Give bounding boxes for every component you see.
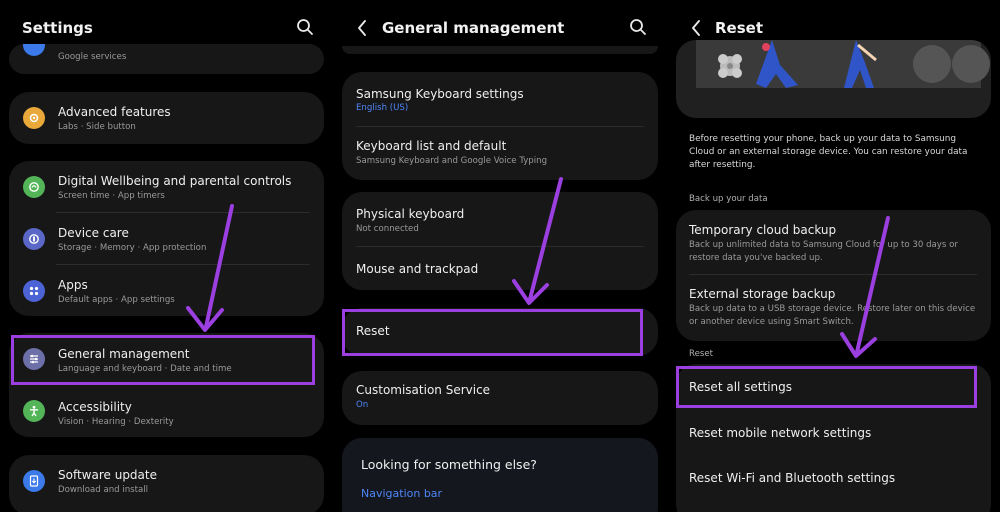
google-card: Google services [9,44,324,74]
backup-card: Temporary cloud backup Back up unlimited… [676,210,991,341]
looking-card: Looking for something else? Navigation b… [342,438,658,512]
list-item-customisation-service[interactable]: Customisation Service On [342,371,658,425]
item-subtitle: On [356,400,369,410]
navigation-bar-link[interactable]: Navigation bar [361,487,442,500]
customisation-card: Customisation Service On [342,371,658,425]
list-item-google[interactable]: Google services [9,44,324,74]
item-title: Device care [58,226,129,240]
item-description: Back up data to a USB storage device. Re… [689,304,976,327]
back-icon[interactable] [355,18,371,38]
item-title: Physical keyboard [356,207,465,221]
list-item-external-storage-backup[interactable]: External storage backup Back up data to … [676,275,991,341]
item-description: Back up unlimited data to Samsung Cloud … [689,240,958,263]
google-icon [23,44,45,56]
item-title: Apps [58,278,88,292]
reset-panel: Reset Before resetting your phone, back … [667,0,1000,512]
item-subtitle: Labs · Side button [58,122,136,132]
back-icon[interactable] [689,18,705,38]
item-title: Temporary cloud backup [689,223,837,237]
item-title: Reset Wi-Fi and Bluetooth settings [689,471,896,485]
list-item-device-care[interactable]: Device care Storage · Memory · App prote… [9,213,324,265]
page-title: Settings [22,19,93,37]
item-title: Reset mobile network settings [689,426,872,440]
section-header-backup: Back up your data [689,194,768,204]
list-item-keyboard-list[interactable]: Keyboard list and default Samsung Keyboa… [342,126,658,180]
page-title: General management [382,19,565,37]
list-item-temporary-cloud-backup[interactable]: Temporary cloud backup Back up unlimited… [676,210,991,274]
item-title: Keyboard list and default [356,139,507,153]
section-header-reset: Reset [689,349,714,359]
item-subtitle: Not connected [356,224,419,234]
item-title: Advanced features [58,105,171,119]
physical-card: Physical keyboard Not connected Mouse an… [342,192,658,290]
item-title: Customisation Service [356,383,491,397]
list-item-software-update[interactable]: Software update Download and install [9,455,324,507]
keyboard-card: Samsung Keyboard settings English (US) K… [342,72,658,180]
list-item-accessibility[interactable]: Accessibility Vision · Hearing · Dexteri… [9,385,324,437]
item-title: Mouse and trackpad [356,262,479,276]
search-icon[interactable] [629,18,647,36]
item-title: Accessibility [58,400,132,414]
device-care-icon [23,228,45,250]
apps-icon [23,280,45,302]
list-item-advanced-features[interactable]: Advanced features Labs · Side button [9,92,324,144]
item-subtitle: Vision · Hearing · Dexterity [58,417,174,427]
item-title: Software update [58,468,157,482]
list-item-samsung-keyboard[interactable]: Samsung Keyboard settings English (US) [342,72,658,126]
highlight-box [676,366,977,408]
highlight-box [11,335,315,385]
general-management-panel: General management Samsung Keyboard sett… [333,0,667,512]
list-item-mouse-trackpad[interactable]: Mouse and trackpad [342,247,658,290]
looking-title: Looking for something else? [361,457,537,472]
highlight-box [342,309,643,356]
item-subtitle: Storage · Memory · App protection [58,243,207,253]
item-title: External storage backup [689,287,836,301]
list-item-reset-mobile-network[interactable]: Reset mobile network settings [676,410,991,454]
list-item-physical-keyboard[interactable]: Physical keyboard Not connected [342,192,658,244]
item-title: Samsung Keyboard settings [356,87,524,101]
item-title: Digital Wellbeing and parental controls [58,174,292,188]
item-subtitle: Screen time · App timers [58,191,165,201]
software-update-icon [23,470,45,492]
item-subtitle: English (US) [356,103,409,113]
list-item-apps[interactable]: Apps Default apps · App settings [9,265,324,316]
item-subtitle: Default apps · App settings [58,295,175,305]
item-subtitle: Google services [58,52,127,62]
item-subtitle: Samsung Keyboard and Google Voice Typing [356,156,548,166]
software-card: Software update Download and install [9,455,324,512]
wellbeing-icon [23,176,45,198]
system-card: Digital Wellbeing and parental controls … [9,161,324,316]
list-item-digital-wellbeing[interactable]: Digital Wellbeing and parental controls … [9,161,324,213]
item-subtitle: Download and install [58,485,149,495]
illustration-card [676,40,991,118]
intro-text: Before resetting your phone, back up you… [689,134,968,170]
list-item-reset-wifi-bluetooth[interactable]: Reset Wi-Fi and Bluetooth settings [676,456,991,500]
accessibility-icon [23,400,45,422]
reset-illustration [696,40,990,88]
settings-panel: Settings Google services Advanced featur… [0,0,333,512]
page-title: Reset [715,19,763,37]
search-icon[interactable] [296,18,314,36]
top-card-edge [342,46,658,54]
star-gear-icon [23,107,45,129]
advanced-card: Advanced features Labs · Side button [9,92,324,144]
